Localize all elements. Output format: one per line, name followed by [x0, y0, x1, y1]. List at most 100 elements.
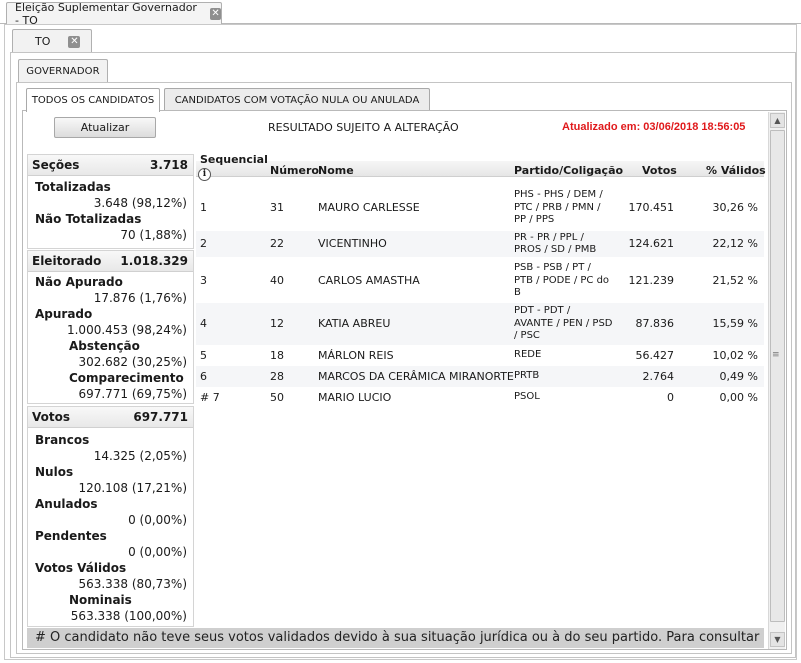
cell-partido: PR - PR / PPL / PROS / SD / PMB — [514, 231, 597, 256]
tab-all-candidates[interactable]: TODOS OS CANDIDATOS — [26, 88, 160, 112]
cell-votos: 121.239 — [628, 274, 675, 287]
cell-sequencial: 4 — [200, 317, 207, 330]
vertical-scrollbar[interactable]: ▲ ≡ ▼ — [768, 112, 785, 649]
tab-null-votes[interactable]: CANDIDATOS COM VOTAÇÃO NULA OU ANULADA — [164, 88, 430, 111]
cell-nome: MAURO CARLESSE — [318, 201, 420, 214]
cell-validos: 10,02 % — [712, 348, 758, 362]
info-icon[interactable]: i — [198, 168, 211, 181]
close-icon[interactable]: ✕ — [210, 8, 221, 20]
header-nome[interactable]: Nome — [318, 164, 354, 177]
brancos-value: 14.325 (2,05%) — [93, 449, 187, 463]
cell-partido: REDE — [514, 349, 542, 361]
abstencao-label: Abstenção — [69, 339, 140, 353]
eleitorado-header: Eleitorado 1.018.329 — [28, 251, 193, 272]
tab-governador[interactable]: GOVERNADOR — [18, 59, 108, 83]
window-tab[interactable]: Eleição Suplementar Governador - TO ✕ — [6, 1, 222, 27]
brancos-label: Brancos — [35, 433, 90, 447]
cell-numero: 31 — [270, 201, 284, 214]
abstencao-value: 302.682 (30,25%) — [78, 355, 187, 369]
cell-sequencial: 1 — [200, 201, 207, 214]
table-row[interactable]: # 7 50 MARIO LUCIO PSOL 0 0,00 % — [196, 387, 764, 408]
comparecimento-value: 697.771 (69,75%) — [78, 387, 187, 401]
pendentes-value: 0 (0,00%) — [128, 545, 187, 559]
votos-value: 697.771 — [133, 410, 188, 424]
cell-nome: MÁRLON REIS — [318, 348, 394, 362]
cell-nome: CARLOS AMASTHA — [318, 274, 420, 287]
table-row[interactable]: 4 12 KATIA ABREU PDT - PDT / AVANTE / PEN / … — [196, 303, 764, 345]
secoes-header: Seções 3.718 — [28, 155, 193, 176]
cell-votos: 2.764 — [642, 369, 675, 383]
cell-votos: 56.427 — [635, 348, 675, 362]
cell-sequencial: 5 — [200, 348, 207, 362]
anulados-value: 0 (0,00%) — [128, 513, 187, 527]
cell-validos: 22,12 % — [712, 237, 758, 250]
footnote: # O candidato não teve seus votos valida… — [27, 628, 764, 648]
comparecimento-label: Comparecimento — [69, 371, 184, 385]
cell-partido: PHS - PHS / DEM / PTC / PRB / PMN / PP / P… — [514, 189, 603, 226]
cell-nome: VICENTINHO — [318, 237, 387, 250]
votos-header: Votos 697.771 — [28, 407, 193, 428]
table-row[interactable]: 3 40 CARLOS AMASTHA PSB - PSB / PT / PTB / P… — [196, 259, 764, 303]
header-sequencial[interactable]: Sequencial — [200, 153, 268, 166]
cell-sequencial: 3 — [200, 274, 207, 287]
apurado-label: Apurado — [35, 307, 93, 321]
nulos-label: Nulos — [35, 465, 74, 479]
table-row[interactable]: 1 31 MAURO CARLESSE PHS - PHS / DEM / PTC / … — [196, 186, 764, 230]
table-row[interactable]: 5 18 MÁRLON REIS REDE 56.427 10,02 % — [196, 345, 764, 366]
nao-apurado-value: 17.876 (1,76%) — [93, 291, 187, 305]
nominais-label: Nominais — [69, 593, 132, 607]
cell-votos: 0 — [667, 390, 674, 404]
votos-label: Votos — [32, 410, 70, 424]
cell-partido: PSB - PSB / PT / PTB / PODE / PC do B — [514, 262, 610, 299]
cell-validos: 0,00 % — [719, 390, 758, 404]
eleitorado-value: 1.018.329 — [120, 254, 188, 268]
eleitorado-panel: Eleitorado 1.018.329 Não Apurado 17.876 … — [27, 250, 194, 404]
cell-validos: 15,59 % — [712, 317, 758, 330]
cell-numero: 50 — [270, 390, 284, 404]
scroll-thumb[interactable] — [770, 130, 785, 622]
close-icon[interactable]: ✕ — [68, 35, 81, 48]
eleitorado-label: Eleitorado — [32, 254, 102, 268]
table-row[interactable]: 2 22 VICENTINHO PR - PR / PPL / PROS / SD / … — [196, 231, 764, 257]
secoes-value: 3.718 — [150, 158, 188, 172]
cell-sequencial: # 7 — [200, 390, 220, 404]
cell-numero: 18 — [270, 348, 284, 362]
secoes-label: Seções — [32, 158, 80, 172]
votos-panel: Votos 697.771 Brancos 14.325 (2,05%) Nul… — [27, 406, 194, 627]
cell-numero: 40 — [270, 274, 284, 287]
cell-numero: 28 — [270, 369, 284, 383]
cell-votos: 170.451 — [628, 201, 675, 214]
tab-null-votes-label: CANDIDATOS COM VOTAÇÃO NULA OU ANULADA — [174, 94, 420, 106]
cell-partido: PSOL — [514, 391, 540, 403]
scroll-down-icon[interactable]: ▼ — [770, 632, 785, 647]
nao-apurado-label: Não Apurado — [35, 275, 123, 289]
cell-votos: 87.836 — [635, 317, 675, 330]
cell-sequencial: 6 — [200, 369, 207, 383]
result-notice: RESULTADO SUJEITO A ALTERAÇÃO — [268, 121, 459, 134]
pendentes-label: Pendentes — [35, 529, 107, 543]
header-partido[interactable]: Partido/Coligação — [514, 164, 623, 177]
header-numero[interactable]: Número — [270, 164, 319, 177]
votos-validos-label: Votos Válidos — [35, 561, 127, 575]
header-votos[interactable]: Votos — [642, 164, 677, 177]
cell-sequencial: 2 — [200, 237, 207, 250]
nominais-value: 563.338 (100,00%) — [70, 609, 187, 623]
secoes-panel: Seções 3.718 Totalizadas 3.648 (98,12%) … — [27, 154, 194, 249]
apurado-value: 1.000.453 (98,24%) — [66, 323, 187, 337]
header-validos[interactable]: % Válidos — [706, 164, 766, 177]
nao-totalizadas-label: Não Totalizadas — [35, 212, 142, 226]
scroll-up-icon[interactable]: ▲ — [770, 113, 785, 128]
grip-icon: ≡ — [772, 350, 780, 360]
table-row[interactable]: 6 28 MARCOS DA CERÂMICA MIRANORTE PRTB 2.764… — [196, 366, 764, 387]
nulos-value: 120.108 (17,21%) — [78, 481, 187, 495]
refresh-button[interactable]: Atualizar — [54, 117, 156, 138]
cell-partido: PDT - PDT / AVANTE / PEN / PSD / PSC — [514, 305, 613, 342]
totalizadas-value: 3.648 (98,12%) — [93, 196, 187, 210]
cell-votos: 124.621 — [628, 237, 675, 250]
tab-state-to[interactable]: TO ✕ — [12, 29, 92, 53]
cell-nome: MARIO LUCIO — [318, 390, 392, 404]
totalizadas-label: Totalizadas — [35, 180, 111, 194]
cell-numero: 12 — [270, 317, 284, 330]
tab-governador-label: GOVERNADOR — [26, 66, 100, 77]
cell-numero: 22 — [270, 237, 284, 250]
